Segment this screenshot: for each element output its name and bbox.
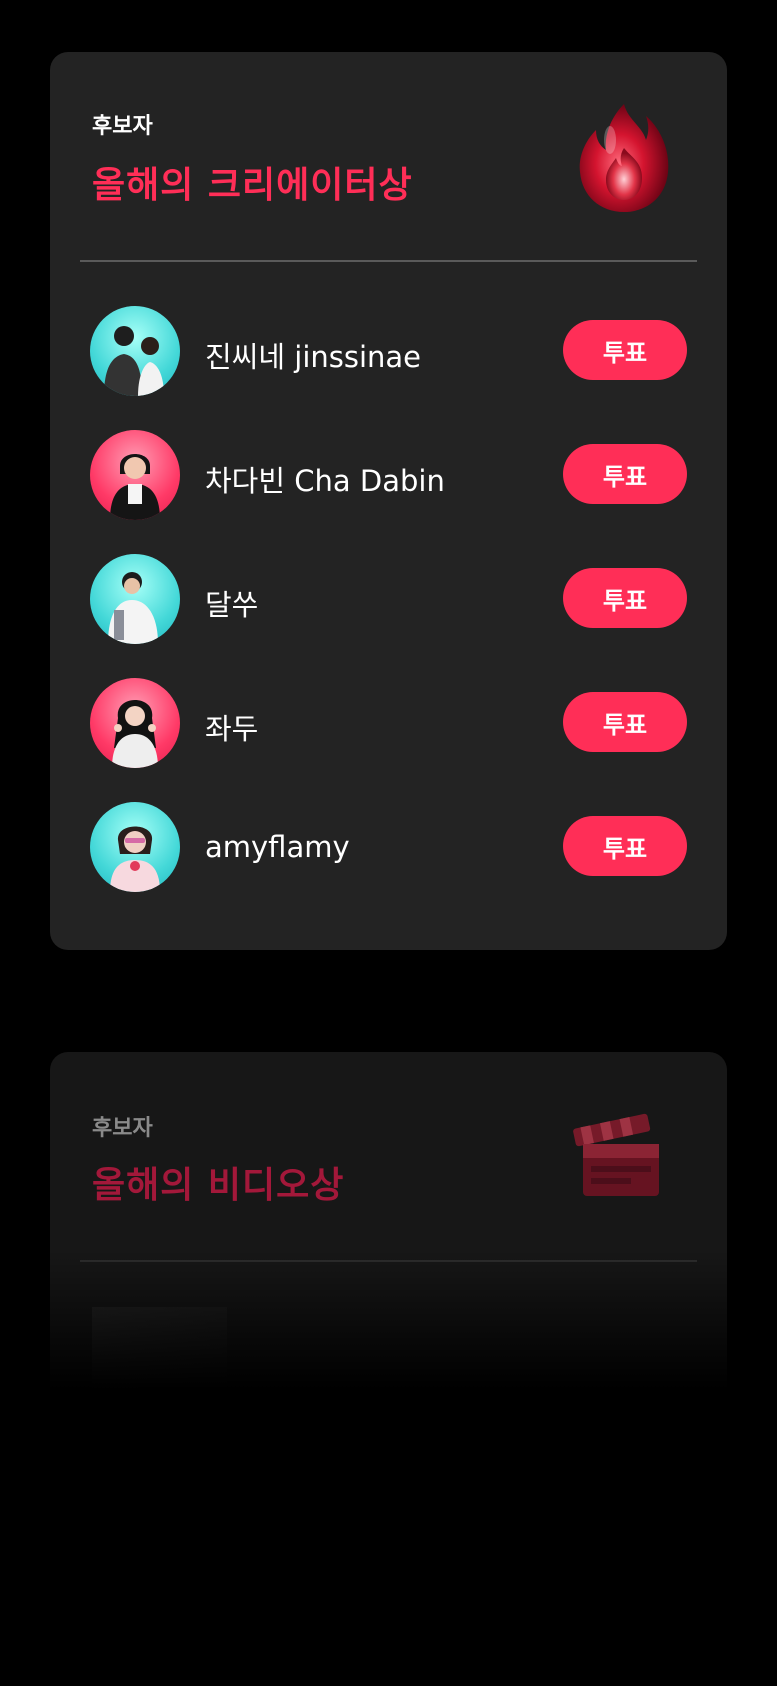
fire-icon — [576, 100, 672, 215]
category-title: 올해의 크리에이터상 — [92, 165, 413, 206]
bottom-fade-overlay — [0, 1250, 777, 1686]
nominee-label: 후보자 — [92, 114, 153, 139]
nominee-name: 좌두 — [205, 712, 259, 746]
nominee-name: 진씨네 jinssinae — [205, 340, 422, 374]
avatar — [90, 678, 180, 768]
nominee-name: amyflamy — [205, 830, 350, 864]
category-title: 올해의 비디오상 — [92, 1165, 345, 1206]
vote-button[interactable]: 투표 — [563, 320, 687, 380]
nominee-row: amyflamy 투표 — [90, 802, 687, 894]
vote-button[interactable]: 투표 — [563, 816, 687, 876]
nominee-label: 후보자 — [92, 1116, 153, 1141]
divider — [80, 260, 697, 262]
avatar — [90, 430, 180, 520]
nominee-row: 진씨네 jinssinae 투표 — [90, 306, 687, 398]
avatar — [90, 802, 180, 892]
card-header: 후보자 올해의 크리에이터상 — [50, 52, 727, 262]
avatar — [90, 554, 180, 644]
nominee-name: 달쑤 — [205, 588, 259, 622]
clapperboard-icon — [571, 1100, 667, 1210]
nominee-row: 차다빈 Cha Dabin 투표 — [90, 430, 687, 522]
vote-button[interactable]: 투표 — [563, 444, 687, 504]
vote-button[interactable]: 투표 — [563, 568, 687, 628]
nominee-row: 달쑤 투표 — [90, 554, 687, 646]
vote-button[interactable]: 투표 — [563, 692, 687, 752]
avatar — [90, 306, 180, 396]
vote-page: 후보자 올해의 크리에이터상 진씨네 jinssinae 투표 차다빈 Cha … — [0, 0, 777, 1686]
category-card-creator: 후보자 올해의 크리에이터상 진씨네 jinssinae 투표 차다빈 Cha … — [50, 52, 727, 950]
card-header: 후보자 올해의 비디오상 — [50, 1052, 727, 1262]
nominee-row: 좌두 투표 — [90, 678, 687, 770]
nominee-name: 차다빈 Cha Dabin — [205, 464, 445, 498]
